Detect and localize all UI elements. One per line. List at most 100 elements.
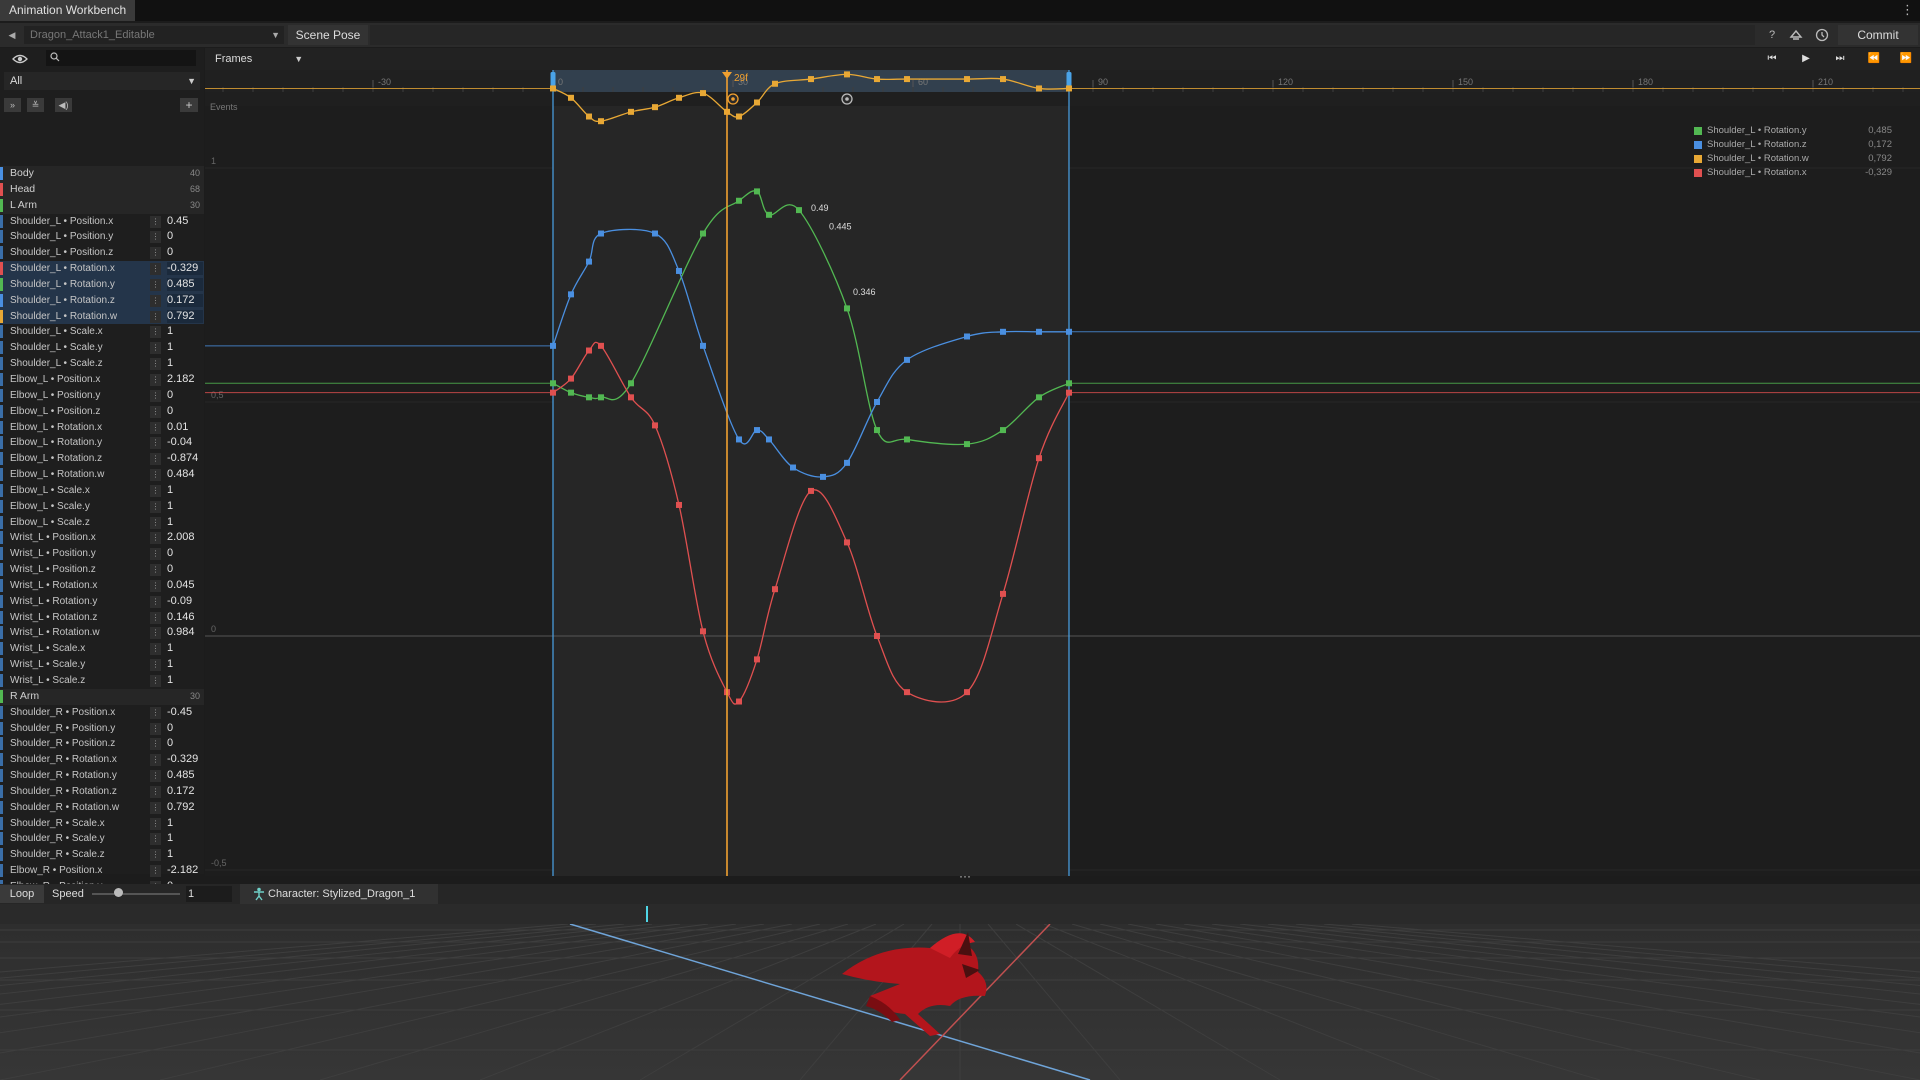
- keyframe-point[interactable]: [766, 211, 772, 218]
- property-row[interactable]: Shoulder_R • Rotation.y ⋮ 0.485: [0, 768, 204, 784]
- range-end-handle[interactable]: [1066, 72, 1072, 86]
- curve-graph[interactable]: -30 0 30 60 90 120 150 180 21010,50-0,50.490.445…: [205, 70, 1920, 876]
- property-row[interactable]: Wrist_L • Scale.x ⋮ 1: [0, 641, 204, 657]
- keyframe-point[interactable]: [652, 230, 658, 237]
- property-row[interactable]: Wrist_L • Position.x ⋮ 2.008: [0, 530, 204, 546]
- keyframe-point[interactable]: [766, 436, 772, 443]
- keyframe-point[interactable]: [700, 90, 706, 97]
- property-row[interactable]: Wrist_L • Scale.y ⋮ 1: [0, 657, 204, 673]
- drag-handle-icon[interactable]: ⋮: [150, 326, 161, 339]
- keyframe-point[interactable]: [964, 441, 970, 448]
- eye-icon[interactable]: [12, 52, 28, 66]
- keyframe-point[interactable]: [676, 501, 682, 508]
- drag-handle-icon[interactable]: ⋮: [150, 215, 161, 228]
- drag-handle-icon[interactable]: ⋮: [150, 643, 161, 656]
- drag-handle-icon[interactable]: ⋮: [150, 659, 161, 672]
- property-value-input[interactable]: 0.01: [167, 421, 203, 434]
- property-row[interactable]: Shoulder_L • Scale.y ⋮ 1: [0, 340, 204, 356]
- keyframe-point[interactable]: [874, 76, 880, 83]
- keyframe-point[interactable]: [700, 628, 706, 635]
- add-track-button[interactable]: +: [180, 98, 198, 112]
- drag-handle-icon[interactable]: ⋮: [150, 263, 161, 276]
- property-value-input[interactable]: 1: [167, 341, 203, 354]
- property-value-input[interactable]: 2.008: [167, 531, 203, 544]
- property-value-input[interactable]: 1: [167, 325, 203, 338]
- property-value-input[interactable]: 0.146: [167, 611, 203, 624]
- keyframe-point[interactable]: [754, 427, 760, 434]
- property-row[interactable]: Wrist_L • Position.y ⋮ 0: [0, 546, 204, 562]
- character-tab[interactable]: Character: Stylized_Dragon_1: [240, 884, 438, 904]
- drag-handle-icon[interactable]: ⋮: [150, 532, 161, 545]
- property-row[interactable]: Elbow_L • Scale.y ⋮ 1: [0, 499, 204, 515]
- drag-handle-icon[interactable]: ⋮: [150, 706, 161, 719]
- keyframe-point[interactable]: [676, 94, 682, 101]
- property-row[interactable]: Shoulder_R • Position.z ⋮ 0: [0, 736, 204, 752]
- track-group[interactable]: L Arm 30: [0, 197, 204, 214]
- keyframe-point[interactable]: [874, 399, 880, 405]
- property-value-input[interactable]: 0.172: [167, 785, 203, 798]
- keyframe-point[interactable]: [568, 94, 574, 101]
- property-value-input[interactable]: -2.182: [167, 864, 203, 877]
- property-value-input[interactable]: 0.984: [167, 626, 203, 639]
- keyframe-point[interactable]: [964, 76, 970, 83]
- keyframe-point[interactable]: [964, 689, 970, 696]
- keyframe-point[interactable]: [1066, 328, 1072, 335]
- property-value-input[interactable]: 1: [167, 500, 203, 513]
- keyframe-point[interactable]: [808, 76, 814, 83]
- property-value-input[interactable]: 0.172: [167, 293, 203, 307]
- property-value-input[interactable]: 1: [167, 357, 203, 370]
- property-value-input[interactable]: -0.04: [167, 436, 203, 449]
- property-row[interactable]: Shoulder_R • Scale.x ⋮ 1: [0, 816, 204, 832]
- property-row[interactable]: Shoulder_R • Position.y ⋮ 0: [0, 721, 204, 737]
- drag-handle-icon[interactable]: ⋮: [150, 738, 161, 751]
- property-row[interactable]: Shoulder_R • Scale.z ⋮ 1: [0, 847, 204, 863]
- keyframe-point[interactable]: [550, 85, 556, 92]
- keyframe-point[interactable]: [736, 113, 742, 120]
- mute-icon[interactable]: ◀): [55, 98, 72, 112]
- collapse-all-icon[interactable]: ≚: [27, 98, 44, 112]
- keyframe-point[interactable]: [790, 464, 796, 471]
- keyframe-point[interactable]: [736, 197, 742, 204]
- drag-handle-icon[interactable]: ⋮: [150, 770, 161, 783]
- property-value-input[interactable]: 0.792: [167, 801, 203, 814]
- drag-handle-icon[interactable]: ⋮: [150, 278, 161, 291]
- property-value-input[interactable]: 1: [167, 484, 203, 497]
- keyframe-point[interactable]: [568, 291, 574, 298]
- speed-input[interactable]: 1: [186, 886, 232, 902]
- drag-handle-icon[interactable]: ⋮: [150, 358, 161, 371]
- property-row[interactable]: Wrist_L • Rotation.x ⋮ 0.045: [0, 578, 204, 594]
- fast-forward-icon[interactable]: ⏩: [1897, 51, 1915, 67]
- drag-handle-icon[interactable]: ⋮: [150, 469, 161, 482]
- property-value-input[interactable]: 1: [167, 848, 203, 861]
- clip-select[interactable]: Dragon_Attack1_Editable ▼: [24, 26, 284, 44]
- keyframe-point[interactable]: [1066, 85, 1072, 92]
- keyframe-point[interactable]: [1000, 427, 1006, 434]
- property-value-input[interactable]: 0.485: [167, 277, 203, 291]
- panel-splitter[interactable]: ···: [955, 870, 975, 882]
- legend-entry[interactable]: Shoulder_L • Rotation.y 0,485: [1690, 124, 1900, 138]
- drag-handle-icon[interactable]: ⋮: [150, 294, 161, 307]
- property-row[interactable]: Wrist_L • Rotation.y ⋮ -0.09: [0, 594, 204, 610]
- drag-handle-icon[interactable]: ⋮: [150, 484, 161, 497]
- property-value-input[interactable]: -0.09: [167, 595, 203, 608]
- property-row[interactable]: Elbow_L • Rotation.y ⋮ -0.04: [0, 435, 204, 451]
- go-to-start-icon[interactable]: ⏮: [1763, 51, 1781, 67]
- drag-handle-icon[interactable]: ⋮: [150, 675, 161, 687]
- step-forward-icon[interactable]: ⏭: [1831, 51, 1849, 67]
- property-value-input[interactable]: -0.329: [167, 262, 203, 276]
- drag-handle-icon[interactable]: ⋮: [150, 611, 161, 624]
- property-row[interactable]: Shoulder_L • Position.x ⋮ 0.45: [0, 214, 204, 230]
- drag-handle-icon[interactable]: ⋮: [150, 389, 161, 402]
- property-value-input[interactable]: 2.182: [167, 373, 203, 386]
- property-value-input[interactable]: -0.874: [167, 452, 203, 465]
- range-start-handle[interactable]: [550, 72, 556, 86]
- drag-handle-icon[interactable]: ⋮: [150, 342, 161, 355]
- property-value-input[interactable]: 0.792: [167, 309, 203, 323]
- track-group[interactable]: Head 68: [0, 181, 204, 198]
- legend-entry[interactable]: Shoulder_L • Rotation.z 0,172: [1690, 138, 1900, 152]
- rewind-icon[interactable]: ⏪: [1865, 51, 1883, 67]
- keyframe-point[interactable]: [964, 333, 970, 340]
- keyframe-point[interactable]: [586, 394, 592, 401]
- keyframe-point[interactable]: [550, 389, 556, 396]
- keyframe-point[interactable]: [550, 380, 556, 387]
